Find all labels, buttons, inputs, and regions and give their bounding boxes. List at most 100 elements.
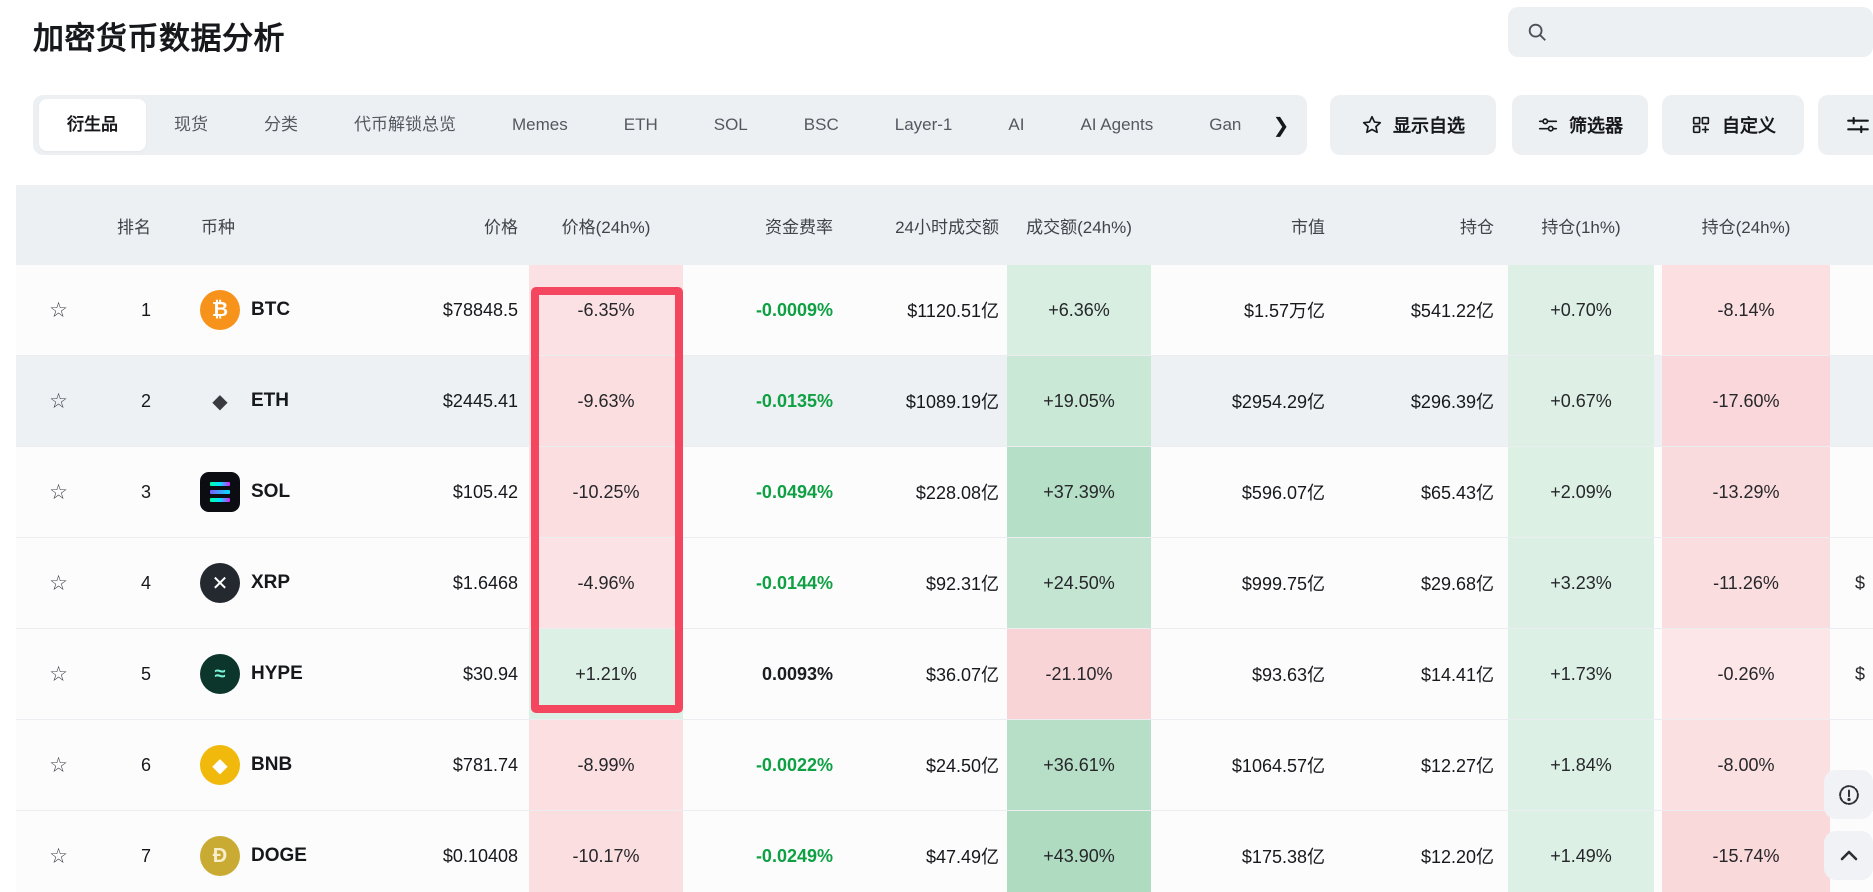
coin-cell[interactable]: ≈ HYPE (165, 629, 430, 719)
table-row-HYPE[interactable]: ☆ 5 ≈ HYPE $30.94 +1.21% 0.0093% $36.07亿 … (16, 629, 1873, 720)
price-24h-pct-cell: -10.17% (529, 811, 683, 892)
header-coin[interactable]: 币种 (165, 185, 430, 265)
sliders-icon (1847, 116, 1869, 134)
table-row-ETH[interactable]: ☆ 2 ◆ ETH $2445.41 -9.63% -0.0135% $1089.… (16, 356, 1873, 447)
favorite-star-icon[interactable]: ☆ (16, 447, 95, 537)
tab-Memes[interactable]: Memes (484, 99, 596, 151)
market-cap-cell: $175.38亿 (1241, 847, 1325, 867)
tab-分类[interactable]: 分类 (236, 99, 326, 151)
show-watchlist-button[interactable]: 显示自选 (1330, 95, 1496, 155)
coin-cell[interactable]: SOL (165, 447, 430, 537)
header-volume-24h-pct[interactable]: 成交额(24h%) (1007, 185, 1151, 265)
price-cell: $78848.5 (442, 299, 518, 320)
search-input[interactable] (1558, 23, 1873, 41)
customize-label: 自定义 (1722, 116, 1776, 136)
oi-24h-pct-cell: -17.60% (1662, 356, 1830, 446)
coin-cell[interactable]: ◆ ETH (165, 356, 430, 446)
funding-rate-cell: -0.0135% (755, 390, 833, 411)
header-next-peek (1830, 185, 1873, 265)
search-box[interactable] (1508, 7, 1873, 57)
rank-cell: 6 (140, 754, 151, 775)
table-row-SOL[interactable]: ☆ 3 SOL $105.42 -10.25% -0.0494% $228.08… (16, 447, 1873, 538)
tab-现货[interactable]: 现货 (146, 99, 236, 151)
favorite-star-icon[interactable]: ☆ (16, 811, 95, 892)
open-interest-cell: $541.22亿 (1410, 301, 1494, 321)
coin-cell[interactable]: ◆ BNB (165, 720, 430, 810)
volume-24h-cell: $1089.19亿 (905, 392, 999, 412)
coin-cell[interactable]: Ð DOGE (165, 811, 430, 892)
next-column-peek: $ (1855, 572, 1866, 593)
coin-cell[interactable]: ₿ BTC (165, 265, 430, 355)
price-cell: $1.6468 (452, 572, 518, 593)
table-header-row: 排名 币种 价格 价格(24h%) 资金费率 24小时成交额 成交额(24h%)… (16, 185, 1873, 265)
scroll-to-top-button[interactable] (1824, 831, 1873, 880)
table-row-BTC[interactable]: ☆ 1 ₿ BTC $78848.5 -6.35% -0.0009% $1120.… (16, 265, 1873, 356)
tab-list: 衍生品 现货 分类 代币解锁总览 Memes ETH SOL BSC Layer-1 AI AI A… (33, 95, 1307, 155)
oi-1h-pct-cell: +3.23% (1508, 538, 1654, 628)
coin-symbol: BNB (251, 754, 293, 775)
price-24h-pct-cell: +1.21% (529, 629, 683, 719)
filter-label: 筛选器 (1569, 116, 1623, 136)
oi-1h-pct-cell: +1.73% (1508, 629, 1654, 719)
funding-rate-cell: -0.0022% (755, 754, 833, 775)
tab-AI[interactable]: AI (980, 99, 1052, 151)
favorite-star-icon[interactable]: ☆ (16, 538, 95, 628)
price-cell: $2445.41 (442, 390, 518, 411)
favorite-star-icon[interactable]: ☆ (16, 720, 95, 810)
header-oi-24h-pct[interactable]: 持仓(24h%) (1662, 185, 1830, 265)
oi-1h-pct-cell: +0.67% (1508, 356, 1654, 446)
favorite-star-icon[interactable]: ☆ (16, 356, 95, 446)
volume-24h-cell: $24.50亿 (925, 756, 999, 776)
price-24h-pct-cell: -8.99% (529, 720, 683, 810)
header-market-cap[interactable]: 市值 (1151, 185, 1330, 265)
chevron-up-icon (1840, 850, 1857, 860)
next-column-peek (1830, 265, 1873, 355)
coin-icon-HYPE: ≈ (200, 654, 240, 694)
column-gap (1654, 265, 1662, 355)
column-settings-button[interactable] (1818, 95, 1873, 155)
rank-cell: 3 (140, 481, 151, 502)
feedback-badge-button[interactable] (1824, 770, 1873, 819)
header-oi-1h-pct[interactable]: 持仓(1h%) (1508, 185, 1654, 265)
tab-AI Agents[interactable]: AI Agents (1052, 99, 1181, 151)
table-row-DOGE[interactable]: ☆ 7 Ð DOGE $0.10408 -10.17% -0.0249% $47.… (16, 811, 1873, 892)
favorite-star-icon[interactable]: ☆ (16, 629, 95, 719)
top-bar: 加密货币数据分析 (0, 0, 1873, 95)
tab-SOL[interactable]: SOL (686, 99, 776, 151)
favorite-star-icon[interactable]: ☆ (16, 265, 95, 355)
tab-衍生品[interactable]: 衍生品 (39, 99, 146, 151)
header-star (16, 185, 95, 265)
header-funding[interactable]: 资金费率 (683, 185, 845, 265)
volume-24h-pct-cell: -21.10% (1007, 629, 1151, 719)
coin-icon-DOGE: Ð (200, 836, 240, 876)
header-price[interactable]: 价格 (430, 185, 529, 265)
volume-24h-pct-cell: +36.61% (1007, 720, 1151, 810)
volume-24h-pct-cell: +24.50% (1007, 538, 1151, 628)
oi-24h-pct-cell: -8.00% (1662, 720, 1830, 810)
header-open-interest[interactable]: 持仓 (1330, 185, 1508, 265)
volume-24h-cell: $1120.51亿 (907, 301, 999, 321)
rank-cell: 7 (140, 845, 151, 866)
filter-button[interactable]: 筛选器 (1512, 95, 1648, 155)
tab-Gan[interactable]: Gan (1181, 99, 1269, 151)
tab-代币解锁总览[interactable]: 代币解锁总览 (326, 99, 484, 151)
market-cap-cell: $596.07亿 (1241, 483, 1325, 503)
tabs-scroll-right-icon[interactable]: ❯ (1265, 109, 1297, 141)
funding-rate-cell: -0.0494% (755, 481, 833, 502)
oi-1h-pct-cell: +2.09% (1508, 447, 1654, 537)
table-row-XRP[interactable]: ☆ 4 ✕ XRP $1.6468 -4.96% -0.0144% $92.31亿… (16, 538, 1873, 629)
customize-button[interactable]: 自定义 (1662, 95, 1804, 155)
header-rank[interactable]: 排名 (95, 185, 165, 265)
header-price-24h[interactable]: 价格(24h%) (529, 185, 683, 265)
tab-BSC[interactable]: BSC (776, 99, 867, 151)
tab-ETH[interactable]: ETH (596, 99, 686, 151)
coin-icon-BTC: ₿ (200, 290, 240, 330)
rank-cell: 1 (140, 299, 151, 320)
coin-cell[interactable]: ✕ XRP (165, 538, 430, 628)
coin-symbol: SOL (251, 481, 291, 502)
column-gap (1654, 811, 1662, 892)
header-volume-24h[interactable]: 24小时成交额 (845, 185, 1007, 265)
table-row-BNB[interactable]: ☆ 6 ◆ BNB $781.74 -8.99% -0.0022% $24.50亿… (16, 720, 1873, 811)
tab-Layer-1[interactable]: Layer-1 (867, 99, 981, 151)
coin-symbol: DOGE (251, 845, 307, 866)
